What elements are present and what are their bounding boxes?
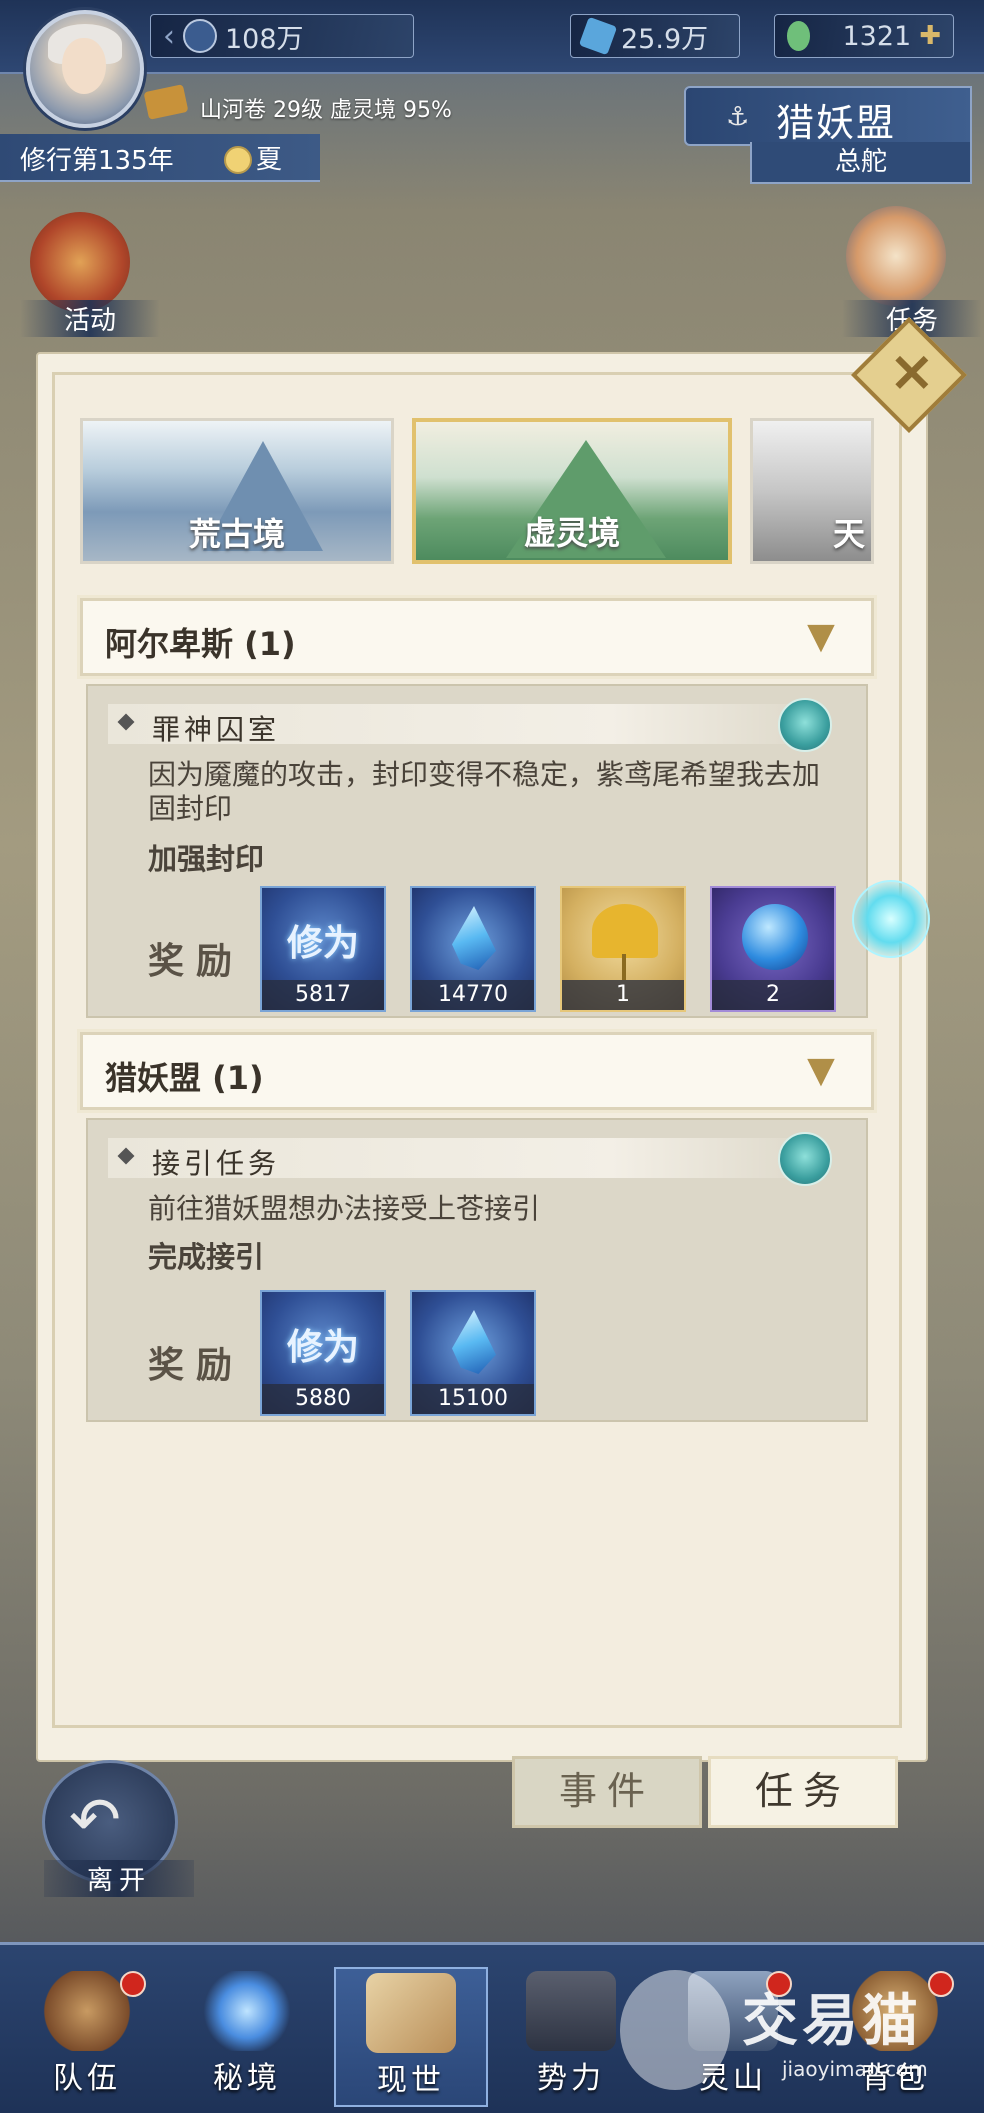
- crystal-icon: [452, 1310, 496, 1374]
- tab-event[interactable]: 事件: [512, 1756, 702, 1828]
- nav-label: 秘境: [213, 2061, 281, 2096]
- tab-label: 天: [832, 515, 865, 553]
- quest-name: 罪神囚室: [152, 713, 281, 746]
- quest-title-bar: 接引任务: [108, 1138, 828, 1180]
- watermark: 交易猫 jiaoyimao.com: [742, 1976, 928, 2081]
- quest-card[interactable]: 罪神囚室 因为魇魔的攻击，封印变得不稳定，紫鸢尾希望我去加固封印 加强封印 奖励…: [86, 684, 868, 1018]
- power-icon: [183, 19, 217, 53]
- tab-third[interactable]: 天: [750, 418, 874, 564]
- tab-label: 荒古境: [188, 515, 285, 553]
- crystal-icon: [578, 16, 618, 56]
- reward-count: 1: [562, 980, 684, 1010]
- currency-value-1: 108万: [225, 23, 304, 55]
- nav-team[interactable]: 队伍: [12, 1967, 162, 2103]
- faction-icon: ⚓: [726, 102, 750, 132]
- cultivation-bar: 修行第135年 夏: [0, 134, 320, 182]
- reward-xiuwei[interactable]: 修为 5817: [260, 886, 386, 1012]
- group-title: 猎妖盟 (1): [105, 1059, 264, 1097]
- scroll-icon: [143, 84, 189, 120]
- player-info: 山河卷 29级 虚灵境 95%: [200, 98, 452, 123]
- map-scroll-icon: [366, 1973, 456, 2053]
- team-hat-icon: [42, 1971, 132, 2051]
- tab-task[interactable]: 任务: [708, 1756, 898, 1828]
- quest-name: 接引任务: [152, 1147, 281, 1180]
- leave-label[interactable]: 离开: [44, 1860, 194, 1897]
- watermark-brand: 交易猫: [742, 1989, 922, 2054]
- avatar[interactable]: [26, 10, 144, 128]
- close-icon: ×: [888, 339, 936, 405]
- tab-huanggu[interactable]: 荒古境: [80, 418, 394, 564]
- reward-count: 5817: [262, 980, 384, 1010]
- activity-button-label[interactable]: 活动: [20, 300, 160, 337]
- spirit-orb-icon: [742, 904, 808, 970]
- currency-box-2[interactable]: 25.9万: [570, 14, 740, 58]
- vortex-icon: [202, 1971, 292, 2051]
- nav-secret-realm[interactable]: 秘境: [172, 1967, 322, 2103]
- reward-count: 5880: [262, 1384, 384, 1414]
- currency-value-2: 25.9万: [621, 23, 709, 55]
- avatar-face: [62, 38, 106, 94]
- sun-icon: [224, 146, 252, 174]
- reward-label: 奖励: [148, 1345, 245, 1386]
- chevron-down-icon: ▼: [807, 1050, 835, 1091]
- watermark-url: jiaoyimao.com: [782, 2057, 928, 2081]
- notification-dot: [120, 1971, 146, 1997]
- locate-pin-icon[interactable]: [778, 698, 832, 752]
- tab-xuling[interactable]: 虚灵境: [412, 418, 732, 564]
- ginkgo-leaf-icon: [592, 904, 658, 958]
- locate-pin-icon[interactable]: [778, 1132, 832, 1186]
- faction-title[interactable]: ⚓ 猎妖盟: [684, 86, 972, 146]
- back-arrow-icon: ↶: [69, 1783, 121, 1856]
- task-scroll-icon[interactable]: [846, 206, 946, 306]
- faction-sub: 总舵: [750, 142, 972, 184]
- reward-ginkgo[interactable]: 1: [560, 886, 686, 1012]
- crystal-icon: [452, 906, 496, 970]
- notification-dot: [928, 1971, 954, 1997]
- quest-title-bar: 罪神囚室: [108, 704, 828, 746]
- tab-label: 虚灵境: [523, 514, 620, 552]
- reward-count: 15100: [412, 1384, 534, 1414]
- reward-orb[interactable]: 2: [710, 886, 836, 1012]
- cultivation-year: 修行第135年: [20, 146, 174, 176]
- nav-present-world[interactable]: 现世: [334, 1967, 488, 2107]
- reward-xiuwei[interactable]: 修为 5880: [260, 1290, 386, 1416]
- group-header-alps[interactable]: 阿尔卑斯 (1) ▼: [80, 598, 874, 676]
- quest-goal: 加强封印: [148, 842, 265, 876]
- reward-count: 14770: [412, 980, 534, 1010]
- pavilion-icon: [526, 1971, 616, 2051]
- reward-crystal[interactable]: 14770: [410, 886, 536, 1012]
- reward-crystal[interactable]: 15100: [410, 1290, 536, 1416]
- watermark-logo-icon: [620, 1970, 730, 2090]
- nav-label: 队伍: [53, 2061, 121, 2096]
- group-title: 阿尔卑斯 (1): [105, 625, 296, 663]
- glowing-orb-icon[interactable]: [852, 880, 930, 958]
- currency-value-3: 1321: [842, 20, 912, 52]
- add-currency-icon[interactable]: ✚: [919, 21, 941, 51]
- nav-label: 势力: [537, 2061, 605, 2096]
- faction-name: 猎妖盟: [776, 101, 897, 145]
- diamond-bullet-icon: [117, 1147, 135, 1165]
- xiuwei-icon: 修为: [286, 923, 359, 964]
- quest-description: 因为魇魔的攻击，封印变得不稳定，紫鸢尾希望我去加固封印: [148, 758, 821, 825]
- jade-icon: [787, 21, 811, 51]
- season-label: 夏: [256, 145, 283, 175]
- reward-label: 奖励: [148, 941, 245, 982]
- chevron-down-icon: ▼: [807, 616, 835, 657]
- diamond-bullet-icon: [117, 713, 135, 731]
- quest-goal: 完成接引: [148, 1240, 265, 1274]
- currency-box-3[interactable]: 1321 ✚: [774, 14, 954, 58]
- activity-drum-icon[interactable]: [30, 212, 130, 312]
- quest-description: 前往猎妖盟想办法接受上苍接引: [148, 1192, 541, 1225]
- quest-card[interactable]: 接引任务 前往猎妖盟想办法接受上苍接引 完成接引 奖励 修为 5880 1510…: [86, 1118, 868, 1422]
- nav-label: 现世: [377, 2063, 445, 2098]
- xiuwei-icon: 修为: [286, 1327, 359, 1368]
- currency-box-1[interactable]: ‹ 108万: [150, 14, 414, 58]
- reward-count: 2: [712, 980, 834, 1010]
- leaf-stem: [622, 954, 626, 980]
- chevron-left-icon: ‹: [163, 18, 175, 54]
- group-header-lieyaomeng[interactable]: 猎妖盟 (1) ▼: [80, 1032, 874, 1110]
